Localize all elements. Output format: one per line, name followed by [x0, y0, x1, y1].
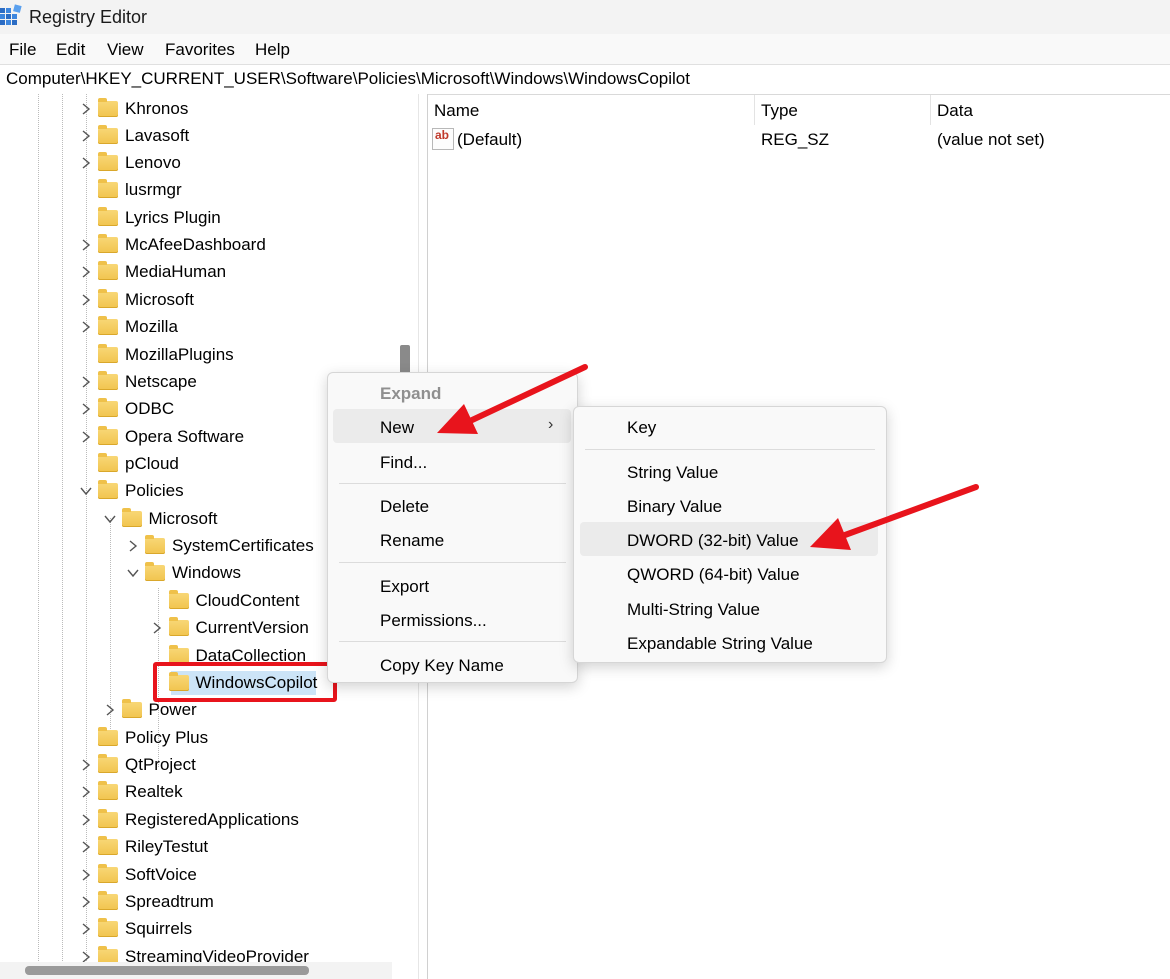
red-arrow-icon: [810, 484, 979, 550]
red-arrow-icon: [437, 364, 588, 434]
annotation-arrows: [437, 364, 979, 550]
